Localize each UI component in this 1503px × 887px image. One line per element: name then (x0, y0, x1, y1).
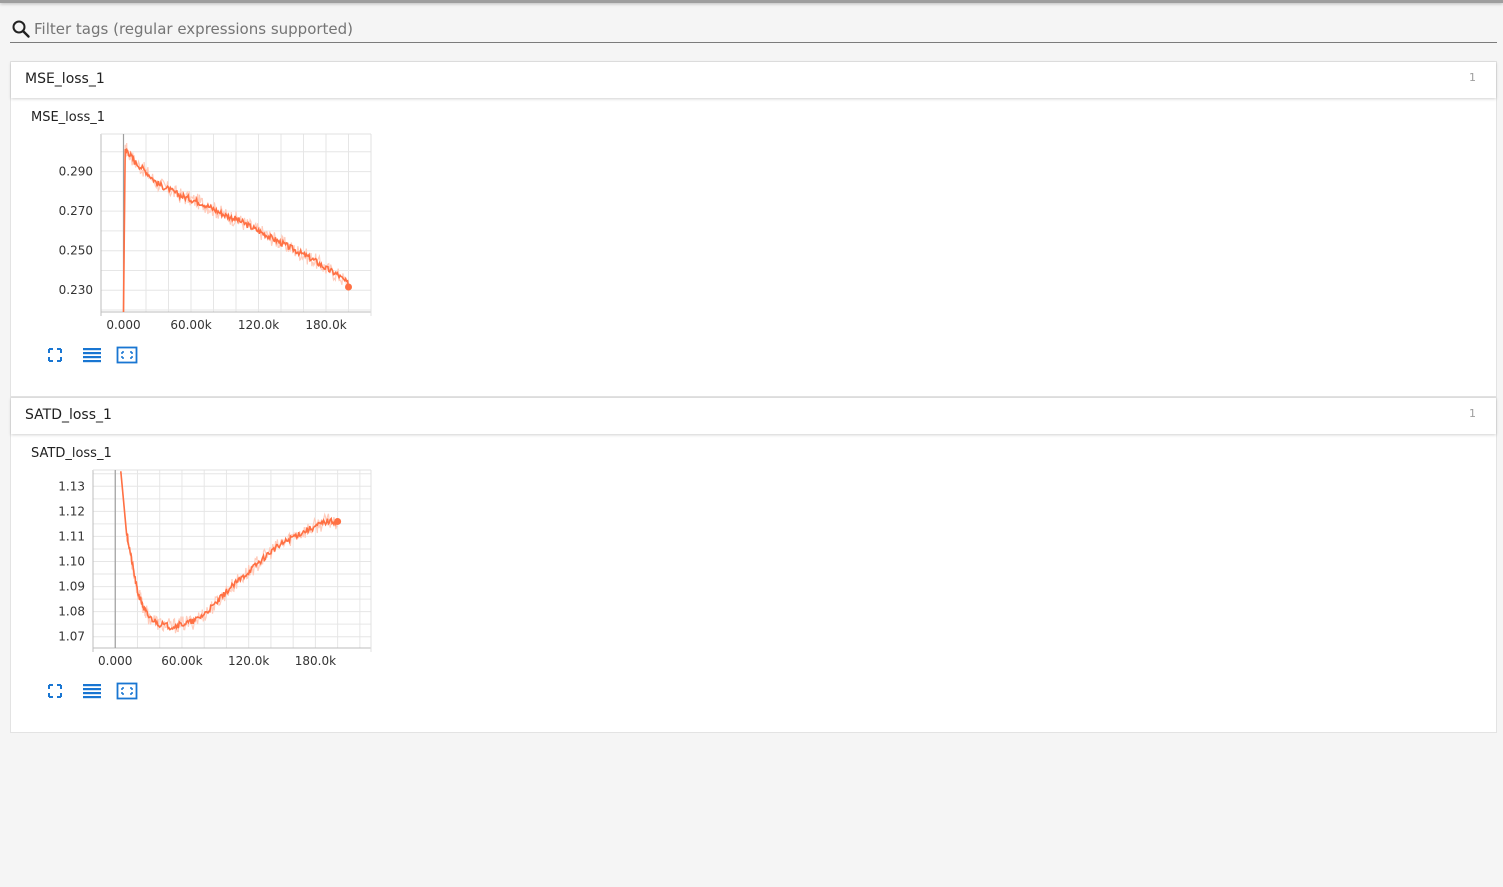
y-tick-label: 0.270 (59, 204, 93, 218)
x-tick-label: 180.0k (305, 318, 346, 330)
card-actions (45, 345, 145, 369)
x-tick-label: 0.000 (98, 654, 132, 666)
y-tick-label: 1.12 (58, 504, 85, 518)
grid (92, 470, 371, 648)
series-endpoint (334, 517, 342, 525)
category-title: SATD_loss_1 (25, 407, 112, 423)
series-raw-line (120, 471, 338, 634)
top-toolbar-edge (0, 0, 1503, 3)
x-tick-label: 180.0k (295, 654, 336, 666)
toggle-log-scale-button[interactable] (80, 681, 104, 703)
y-tick-label: 1.13 (58, 479, 85, 493)
expand-icon (48, 684, 62, 698)
category-header[interactable]: SATD_loss_1 1 (11, 398, 1496, 434)
category-title: MSE_loss_1 (25, 71, 105, 87)
grid (100, 134, 372, 312)
y-tick-label: 0.290 (59, 165, 93, 179)
category-pane: SATD_loss_1 1 SATD_loss_1 1.07 1.08 1.09 1.… (10, 397, 1497, 733)
search-icon (11, 19, 31, 39)
list-icon (83, 348, 102, 363)
scalar-card: SATD_loss_1 1.07 1.08 1.09 1.10 1.11 1.12 1.13… (21, 446, 381, 700)
expand-button[interactable] (45, 681, 69, 703)
x-tick-label: 60.00k (161, 654, 202, 666)
expand-icon (48, 348, 62, 362)
expand-button[interactable] (45, 345, 69, 367)
filter-tags-input[interactable] (34, 18, 1474, 40)
x-tick-label: 120.0k (228, 654, 269, 666)
x-tick-label: 0.000 (106, 318, 140, 330)
x-tick-label: 60.00k (170, 318, 211, 330)
category-header[interactable]: MSE_loss_1 1 (11, 62, 1496, 98)
y-tick-label: 0.250 (59, 244, 93, 258)
y-tick-label: 1.09 (58, 580, 85, 594)
card-actions (45, 681, 145, 705)
series-smoothed-line (120, 471, 339, 631)
list-icon (83, 684, 102, 699)
scalar-chart[interactable]: 0.230 0.250 0.270 0.290 0.000 60.00k 120.0k 180… (21, 130, 381, 330)
fit-domain-button[interactable] (115, 681, 139, 703)
y-tick-label: 0.230 (59, 283, 93, 297)
y-tick-label: 1.10 (58, 555, 85, 569)
x-tick-label: 120.0k (238, 318, 279, 330)
tag-filter (10, 16, 1497, 43)
scalar-card: MSE_loss_1 0.230 0.250 0.270 0.290 0.000 60.0… (21, 110, 381, 364)
y-tick-label: 1.08 (58, 605, 85, 619)
series-endpoint (345, 283, 352, 291)
fit-domain-icon (116, 682, 138, 700)
category-count: 1 (1469, 71, 1476, 84)
category-count: 1 (1469, 407, 1476, 420)
y-tick-label: 1.11 (58, 529, 85, 543)
toggle-log-scale-button[interactable] (80, 345, 104, 367)
y-tick-label: 1.07 (58, 630, 85, 644)
category-pane: MSE_loss_1 1 MSE_loss_1 0.230 0.250 0.270 0… (10, 61, 1497, 397)
fit-domain-icon (116, 346, 138, 364)
card-title: SATD_loss_1 (31, 446, 112, 461)
fit-domain-button[interactable] (115, 345, 139, 367)
card-title: MSE_loss_1 (31, 110, 106, 125)
scalar-chart[interactable]: 1.07 1.08 1.09 1.10 1.11 1.12 1.13 0.000 60.00k 1… (21, 466, 381, 666)
